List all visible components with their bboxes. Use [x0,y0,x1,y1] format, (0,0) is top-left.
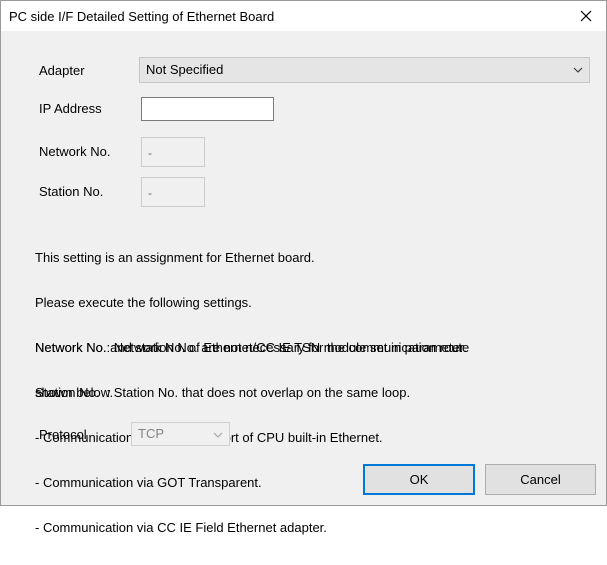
protocol-label: Protocol [39,427,87,442]
station-no-field: - [141,177,205,207]
info-line: This setting is an assignment for Ethern… [35,250,315,265]
info-line: - Communication via CC IE Field Ethernet… [35,520,327,535]
dialog-window: PC side I/F Detailed Setting of Ethernet… [0,0,607,535]
info-line: - Communication with Ethernet port of CP… [35,430,383,445]
info-line: Network No. and station No. are not nece… [35,340,470,355]
title-bar: PC side I/F Detailed Setting of Ethernet… [1,1,606,31]
network-no-value: - [148,146,152,160]
station-no-label: Station No. [39,184,104,199]
info-line: Please execute the following settings. [35,295,252,310]
adapter-label: Adapter [39,63,85,78]
protocol-select: TCP [131,422,230,446]
ip-address-input[interactable] [141,97,274,121]
station-no-value: - [148,186,152,200]
cancel-button[interactable]: Cancel [485,464,596,495]
ip-address-label: IP Address [39,101,102,116]
close-icon [580,10,592,22]
window-title: PC side I/F Detailed Setting of Ethernet… [9,9,275,24]
network-no-label: Network No. [39,144,111,159]
network-no-field: - [141,137,205,167]
close-button[interactable] [566,1,606,31]
chevron-down-icon [573,67,583,73]
info-line: shown below. [35,385,114,400]
protocol-value: TCP [138,426,164,441]
adapter-select[interactable]: Not Specified [139,57,590,83]
chevron-down-icon [213,432,223,438]
info-text-block-2: Network No. and station No. are not nece… [35,310,469,565]
ok-button[interactable]: OK [363,464,475,495]
adapter-value: Not Specified [146,62,224,77]
